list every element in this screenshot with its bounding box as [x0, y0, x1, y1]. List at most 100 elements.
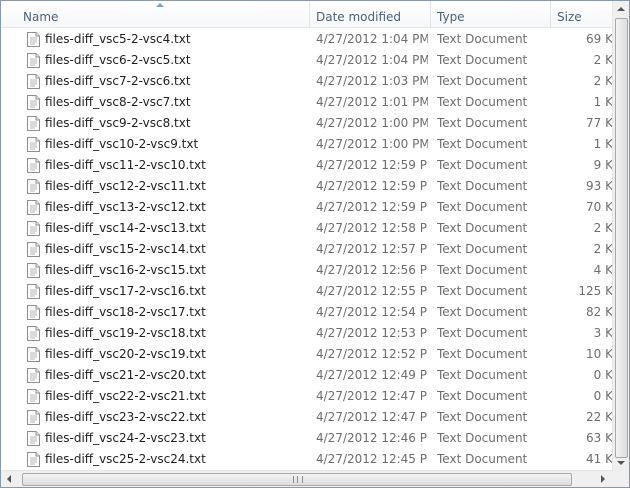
file-size: 125 K	[578, 284, 613, 298]
file-type: Text Document	[437, 431, 528, 445]
file-date-modified: 4/27/2012 1:01 PM	[316, 95, 428, 109]
file-date-modified: 4/27/2012 12:46 PM	[316, 431, 428, 445]
file-row[interactable]: files-diff_vsc23-2-vsc22.txt 4/27/2012 12…	[1, 407, 613, 428]
file-size: 22 K	[586, 410, 613, 424]
column-divider[interactable]	[550, 1, 551, 27]
file-row[interactable]: files-diff_vsc13-2-vsc12.txt 4/27/2012 12…	[1, 197, 613, 218]
text-document-icon	[27, 389, 40, 404]
file-name: files-diff_vsc20-2-vsc19.txt	[45, 347, 206, 361]
file-type: Text Document	[437, 368, 528, 382]
file-name: files-diff_vsc7-2-vsc6.txt	[45, 74, 191, 88]
text-document-icon	[27, 200, 40, 215]
file-size: 41 K	[586, 452, 613, 466]
file-row[interactable]: files-diff_vsc16-2-vsc15.txt 4/27/2012 12…	[1, 260, 613, 281]
file-row[interactable]: files-diff_vsc12-2-vsc11.txt 4/27/2012 12…	[1, 176, 613, 197]
file-row[interactable]: files-diff_vsc25-2-vsc24.txt 4/27/2012 12…	[1, 449, 613, 470]
file-type: Text Document	[437, 284, 528, 298]
column-header-type[interactable]: Type	[437, 1, 547, 27]
file-name: files-diff_vsc8-2-vsc7.txt	[45, 95, 191, 109]
vertical-scrollbar[interactable]	[612, 1, 629, 471]
column-divider[interactable]	[309, 1, 310, 27]
file-type: Text Document	[437, 74, 528, 88]
file-date-modified: 4/27/2012 12:55 PM	[316, 284, 428, 298]
file-name: files-diff_vsc19-2-vsc18.txt	[45, 326, 206, 340]
file-type: Text Document	[437, 32, 528, 46]
file-name: files-diff_vsc12-2-vsc11.txt	[45, 179, 206, 193]
file-size: 70 K	[586, 200, 613, 214]
file-type: Text Document	[437, 263, 528, 277]
file-date-modified: 4/27/2012 12:58 PM	[316, 221, 428, 235]
file-type: Text Document	[437, 410, 528, 424]
file-date-modified: 4/27/2012 12:45 PM	[316, 452, 428, 466]
text-document-icon	[27, 95, 40, 110]
file-date-modified: 4/27/2012 12:52 PM	[316, 347, 428, 361]
text-document-icon	[27, 242, 40, 257]
file-name: files-diff_vsc23-2-vsc22.txt	[45, 410, 206, 424]
vertical-scroll-thumb[interactable]	[615, 18, 628, 458]
file-name: files-diff_vsc17-2-vsc16.txt	[45, 284, 206, 298]
text-document-icon	[27, 53, 40, 68]
scroll-grip-icon	[293, 476, 303, 483]
file-type: Text Document	[437, 242, 528, 256]
file-date-modified: 4/27/2012 12:54 PM	[316, 305, 428, 319]
text-document-icon	[27, 116, 40, 131]
file-row[interactable]: files-diff_vsc17-2-vsc16.txt 4/27/2012 12…	[1, 281, 613, 302]
text-document-icon	[27, 431, 40, 446]
column-divider[interactable]	[430, 1, 431, 27]
file-row[interactable]: files-diff_vsc18-2-vsc17.txt 4/27/2012 12…	[1, 302, 613, 323]
text-document-icon	[27, 326, 40, 341]
text-document-icon	[27, 368, 40, 383]
file-date-modified: 4/27/2012 12:47 PM	[316, 410, 428, 424]
file-row[interactable]: files-diff_vsc6-2-vsc5.txt 4/27/2012 1:04…	[1, 50, 613, 71]
column-header-size[interactable]: Size	[557, 1, 611, 27]
file-row[interactable]: files-diff_vsc20-2-vsc19.txt 4/27/2012 12…	[1, 344, 613, 365]
scrollbar-corner	[613, 471, 629, 487]
file-row[interactable]: files-diff_vsc10-2-vsc9.txt 4/27/2012 1:0…	[1, 134, 613, 155]
file-size: 1 K	[593, 95, 613, 109]
text-document-icon	[27, 347, 40, 362]
file-date-modified: 4/27/2012 1:04 PM	[316, 32, 428, 46]
file-size: 10 K	[586, 347, 613, 361]
file-size: 2 K	[593, 221, 613, 235]
file-name: files-diff_vsc25-2-vsc24.txt	[45, 452, 206, 466]
file-row[interactable]: files-diff_vsc19-2-vsc18.txt 4/27/2012 12…	[1, 323, 613, 344]
file-date-modified: 4/27/2012 12:59 PM	[316, 200, 428, 214]
file-row[interactable]: files-diff_vsc8-2-vsc7.txt 4/27/2012 1:01…	[1, 92, 613, 113]
file-name: files-diff_vsc22-2-vsc21.txt	[45, 389, 206, 403]
file-type: Text Document	[437, 158, 528, 172]
file-size: 4 K	[593, 263, 613, 277]
file-date-modified: 4/27/2012 12:57 PM	[316, 242, 428, 256]
scroll-up-arrow-icon[interactable]	[617, 7, 625, 11]
text-document-icon	[27, 452, 40, 467]
column-header-date-modified[interactable]: Date modified	[316, 1, 426, 27]
file-list: files-diff_vsc5-2-vsc4.txt 4/27/2012 1:04…	[1, 29, 613, 470]
horizontal-scroll-thumb[interactable]	[22, 473, 572, 486]
file-name: files-diff_vsc16-2-vsc15.txt	[45, 263, 206, 277]
file-row[interactable]: files-diff_vsc9-2-vsc8.txt 4/27/2012 1:00…	[1, 113, 613, 134]
file-row[interactable]: files-diff_vsc14-2-vsc13.txt 4/27/2012 12…	[1, 218, 613, 239]
file-date-modified: 4/27/2012 1:04 PM	[316, 53, 428, 67]
file-type: Text Document	[437, 179, 528, 193]
file-size: 2 K	[593, 53, 613, 67]
scroll-left-arrow-icon[interactable]	[7, 475, 11, 483]
file-size: 0 K	[593, 389, 613, 403]
file-size: 63 K	[586, 431, 613, 445]
file-type: Text Document	[437, 347, 528, 361]
file-row[interactable]: files-diff_vsc7-2-vsc6.txt 4/27/2012 1:03…	[1, 71, 613, 92]
text-document-icon	[27, 179, 40, 194]
file-type: Text Document	[437, 116, 528, 130]
text-document-icon	[27, 221, 40, 236]
file-row[interactable]: files-diff_vsc24-2-vsc23.txt 4/27/2012 12…	[1, 428, 613, 449]
column-header-name[interactable]: Name	[23, 1, 306, 27]
file-row[interactable]: files-diff_vsc5-2-vsc4.txt 4/27/2012 1:04…	[1, 29, 613, 50]
file-row[interactable]: files-diff_vsc11-2-vsc10.txt 4/27/2012 12…	[1, 155, 613, 176]
file-row[interactable]: files-diff_vsc22-2-vsc21.txt 4/27/2012 12…	[1, 386, 613, 407]
file-row[interactable]: files-diff_vsc21-2-vsc20.txt 4/27/2012 12…	[1, 365, 613, 386]
column-header-bar: Name Date modified Type Size	[1, 1, 613, 28]
file-type: Text Document	[437, 200, 528, 214]
file-size: 69 K	[586, 32, 613, 46]
scroll-right-arrow-icon[interactable]	[601, 475, 605, 483]
horizontal-scrollbar[interactable]	[1, 470, 613, 487]
scroll-down-arrow-icon[interactable]	[617, 461, 625, 465]
file-row[interactable]: files-diff_vsc15-2-vsc14.txt 4/27/2012 12…	[1, 239, 613, 260]
